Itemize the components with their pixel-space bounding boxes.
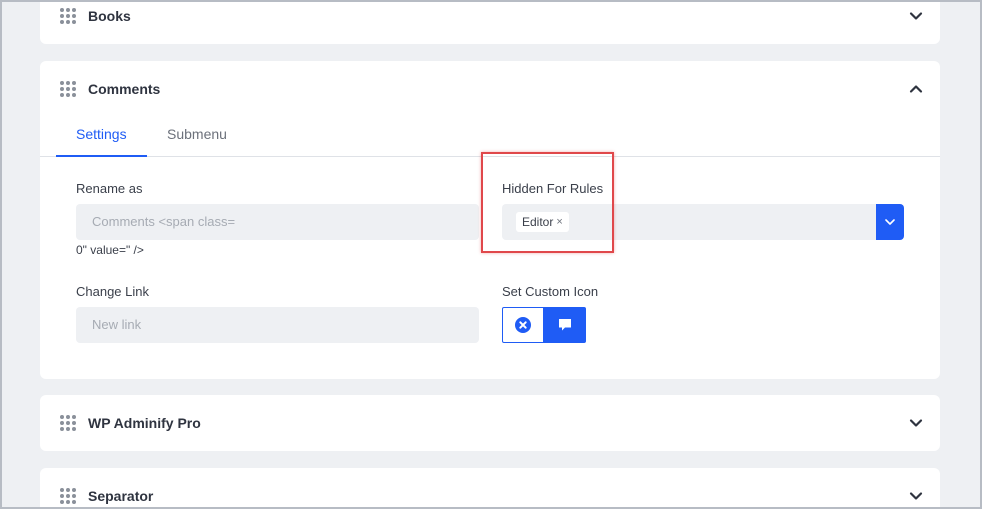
change-link-label: Change Link — [76, 284, 149, 299]
drag-handle-icon[interactable] — [58, 486, 78, 506]
custom-icon-label: Set Custom Icon — [502, 284, 599, 299]
panel-books: Books — [40, 0, 940, 44]
chevron-down-icon[interactable] — [908, 415, 924, 431]
panel-header-comments[interactable]: Comments — [40, 61, 940, 117]
rename-input[interactable] — [76, 204, 479, 240]
panel-title-books: Books — [88, 8, 131, 24]
panel-title-wp-adminify-pro: WP Adminify Pro — [88, 415, 201, 431]
chevron-down-icon — [885, 219, 895, 225]
tab-submenu[interactable]: Submenu — [147, 123, 247, 157]
tab-bar: Settings Submenu — [40, 123, 940, 157]
change-link-input[interactable] — [76, 307, 479, 343]
hidden-for-rules-label: Hidden For Rules — [502, 181, 604, 196]
drag-handle-icon[interactable] — [58, 413, 78, 433]
rename-overflow-text: 0" value=" /> — [76, 243, 144, 257]
panel-header-separator[interactable]: Separator — [40, 468, 940, 509]
remove-icon-button[interactable] — [502, 307, 544, 343]
panel-header-books[interactable]: Books — [40, 0, 940, 44]
panel-wp-adminify-pro: WP Adminify Pro — [40, 395, 940, 451]
panel-separator: Separator — [40, 468, 940, 509]
comment-icon-button[interactable] — [544, 307, 586, 343]
panel-title-comments: Comments — [88, 81, 161, 97]
chevron-up-icon[interactable] — [908, 81, 924, 97]
panel-header-wp-adminify-pro[interactable]: WP Adminify Pro — [40, 395, 940, 451]
hidden-for-rules-select[interactable]: Editor × — [502, 204, 876, 240]
chip-label: Editor — [522, 215, 554, 229]
panel-comments: Comments Settings Submenu Rename as 0" v… — [40, 61, 940, 379]
panel-title-separator: Separator — [88, 488, 154, 504]
rename-label: Rename as — [76, 181, 143, 196]
comment-icon — [559, 319, 571, 331]
chip-remove-icon[interactable]: × — [556, 212, 562, 232]
drag-handle-icon[interactable] — [58, 6, 78, 26]
select-dropdown-button[interactable] — [876, 204, 904, 240]
remove-icon — [515, 317, 531, 333]
tab-settings[interactable]: Settings — [56, 123, 147, 157]
chevron-down-icon[interactable] — [908, 8, 924, 24]
drag-handle-icon[interactable] — [58, 79, 78, 99]
chevron-down-icon[interactable] — [908, 488, 924, 504]
role-chip-editor: Editor × — [516, 212, 569, 232]
custom-icon-group — [502, 307, 586, 343]
